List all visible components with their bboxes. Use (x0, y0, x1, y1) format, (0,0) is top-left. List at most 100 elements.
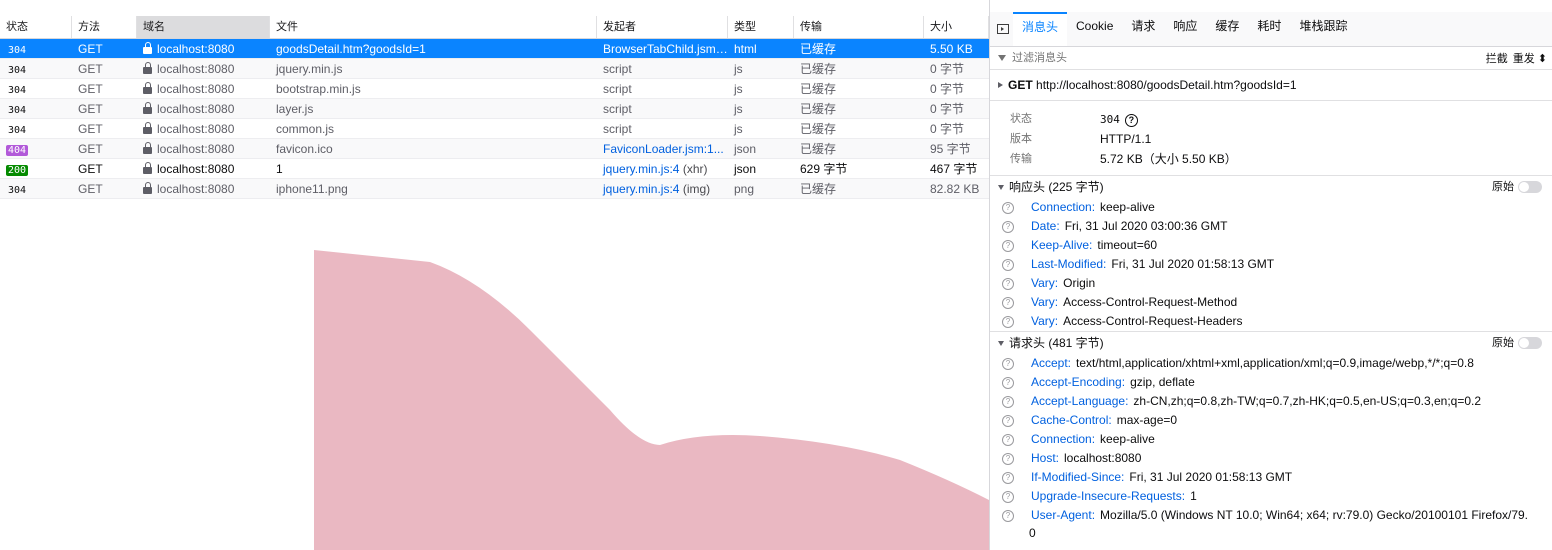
help-icon[interactable]: ? (1002, 509, 1014, 522)
cell-cause: script (597, 102, 728, 116)
request-row[interactable]: 304 GET localhost:8080 bootstrap.min.js scri… (0, 79, 989, 99)
cell-method: GET (78, 141, 103, 156)
col-domain[interactable]: 域名 (137, 16, 270, 38)
request-row[interactable]: 200 GET localhost:8080 1 jquery.min.js:4 (xh… (0, 159, 989, 179)
request-row[interactable]: 304 GET localhost:8080 layer.js script js 已缓存… (0, 99, 989, 119)
summary-status-row: 状态 304? (1010, 109, 1552, 129)
cell-size: 95 字节 (930, 142, 971, 156)
block-button[interactable]: 拦截 (1486, 50, 1508, 66)
raw-toggle-response[interactable]: 原始 (1492, 176, 1542, 198)
cell-transferred: 已缓存 (800, 182, 837, 196)
help-icon[interactable]: ? (1002, 277, 1014, 290)
domain-text: localhost:8080 (157, 121, 235, 136)
col-file[interactable]: 文件 (270, 16, 597, 38)
cell-transferred: 已缓存 (800, 122, 837, 136)
domain-text: localhost:8080 (157, 61, 235, 76)
help-icon[interactable]: ? (1124, 114, 1138, 127)
cell-cause[interactable]: jquery.min.js:4 (xhr) (597, 162, 728, 176)
header-value: Origin (1063, 276, 1096, 290)
tab-headers[interactable]: 消息头 (1013, 12, 1068, 46)
request-headers-heading[interactable]: 请求头 (481 字节) 原始 (990, 331, 1552, 354)
header-value: Access-Control-Request-Headers (1063, 314, 1243, 328)
domain-text: localhost:8080 (157, 161, 235, 176)
header-row[interactable]: ? Accept-Language: zh-CN,zh;q=0.8,zh-TW;q=… (990, 392, 1552, 411)
header-row[interactable]: ? User-Agent: Mozilla/5.0 (Windows NT 10.0… (990, 506, 1552, 525)
response-headers-heading[interactable]: 响应头 (225 字节) 原始 (990, 176, 1552, 198)
raw-label: 原始 (1492, 337, 1514, 349)
header-row[interactable]: ? Vary: Access-Control-Request-Headers (990, 312, 1552, 331)
cell-cause[interactable]: BrowserTabChild.jsm:... (597, 42, 728, 56)
request-url-line[interactable]: GET http://localhost:8080/goodsDetail.ht… (990, 70, 1552, 101)
col-size[interactable]: 大小 (924, 16, 989, 38)
resend-button[interactable]: 重发 ⬍ (1513, 50, 1547, 66)
collapse-arrow-icon (998, 184, 1004, 190)
help-icon[interactable]: ? (1002, 296, 1014, 309)
cell-cause[interactable]: FaviconLoader.jsm:1... (597, 142, 728, 156)
lock-icon (143, 121, 152, 134)
help-icon[interactable]: ? (1002, 315, 1014, 328)
request-row[interactable]: 304 GET localhost:8080 jquery.min.js script … (0, 59, 989, 79)
request-row[interactable]: 304 GET localhost:8080 common.js script js 已缓… (0, 119, 989, 139)
filter-headers-input[interactable] (1010, 51, 1486, 65)
header-row[interactable]: ? Keep-Alive: timeout=60 (990, 236, 1552, 255)
col-status[interactable]: 状态 (0, 16, 72, 38)
tab-stack-trace[interactable]: 堆栈跟踪 (1290, 12, 1356, 46)
tab-cookies[interactable]: Cookie (1067, 12, 1122, 46)
help-icon[interactable]: ? (1002, 414, 1014, 427)
tab-response[interactable]: 响应 (1164, 12, 1206, 46)
status-code: 404 (6, 144, 29, 156)
cell-cause[interactable]: jquery.min.js:4 (img) (597, 182, 728, 196)
tab-request[interactable]: 请求 (1122, 12, 1164, 46)
header-row[interactable]: ? Accept: text/html,application/xhtml+xml,… (990, 354, 1552, 373)
col-method[interactable]: 方法 (72, 16, 137, 38)
request-row[interactable]: 304 GET localhost:8080 goodsDetail.htm?good… (0, 39, 989, 59)
toggle-switch-icon[interactable] (1518, 181, 1542, 193)
header-row[interactable]: ? Cache-Control: max-age=0 (990, 411, 1552, 430)
header-row[interactable]: ? Vary: Origin (990, 274, 1552, 293)
header-row[interactable]: ? Connection: keep-alive (990, 198, 1552, 217)
col-type[interactable]: 类型 (728, 16, 794, 38)
cell-file: favicon.ico (276, 141, 333, 156)
request-row[interactable]: 404 GET localhost:8080 favicon.ico FaviconLo… (0, 139, 989, 159)
header-name: Connection: (1031, 432, 1096, 446)
header-name: If-Modified-Since: (1031, 470, 1125, 484)
header-name: Vary: (1031, 276, 1059, 290)
help-icon[interactable]: ? (1002, 239, 1014, 252)
request-row[interactable]: 304 GET localhost:8080 iphone11.png jquery.m… (0, 179, 989, 199)
header-row[interactable]: ? If-Modified-Since: Fri, 31 Jul 2020 01:5… (990, 468, 1552, 487)
help-icon[interactable]: ? (1002, 258, 1014, 271)
cell-method: GET (78, 121, 103, 136)
help-icon[interactable]: ? (1002, 452, 1014, 465)
help-icon[interactable]: ? (1002, 357, 1014, 370)
tab-timings[interactable]: 耗时 (1248, 12, 1290, 46)
header-row[interactable]: ? Date: Fri, 31 Jul 2020 03:00:36 GMT (990, 217, 1552, 236)
help-icon[interactable]: ? (1002, 220, 1014, 233)
header-row[interactable]: ? Host: localhost:8080 (990, 449, 1552, 468)
tab-cache[interactable]: 缓存 (1206, 12, 1248, 46)
status-code: 304 (8, 64, 27, 76)
help-icon[interactable]: ? (1002, 433, 1014, 446)
header-row[interactable]: ? Vary: Access-Control-Request-Method (990, 293, 1552, 312)
header-name: User-Agent: (1031, 508, 1096, 522)
header-row[interactable]: ? Upgrade-Insecure-Requests: 1 (990, 487, 1552, 506)
help-icon[interactable]: ? (1002, 201, 1014, 214)
header-row[interactable]: ? Last-Modified: Fri, 31 Jul 2020 01:58:13… (990, 255, 1552, 274)
cell-domain: localhost:8080 (137, 41, 270, 56)
col-cause[interactable]: 发起者 (597, 16, 728, 38)
header-row[interactable]: ? Accept-Encoding: gzip, deflate (990, 373, 1552, 392)
header-row[interactable]: ? Connection: keep-alive (990, 430, 1552, 449)
help-icon[interactable]: ? (1002, 490, 1014, 503)
summary-status-value: 304? (1100, 109, 1138, 129)
lock-icon (143, 161, 152, 174)
cell-cause: script (597, 122, 728, 136)
cell-status: 304 (0, 122, 72, 136)
header-name: Vary: (1031, 295, 1059, 309)
toggle-sidebar-icon[interactable] (997, 24, 1009, 34)
help-icon[interactable]: ? (1002, 395, 1014, 408)
help-icon[interactable]: ? (1002, 471, 1014, 484)
raw-toggle-request[interactable]: 原始 (1492, 332, 1542, 354)
toggle-switch-icon[interactable] (1518, 337, 1542, 349)
help-icon[interactable]: ? (1002, 376, 1014, 389)
cell-transferred: 已缓存 (800, 42, 837, 56)
col-transferred[interactable]: 传输 (794, 16, 924, 38)
